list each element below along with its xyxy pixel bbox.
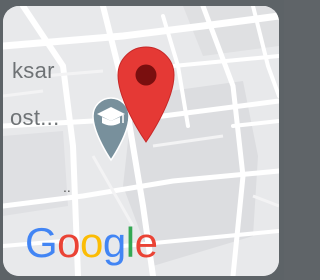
google-logo-letter: o <box>57 219 81 266</box>
location-pin-icon[interactable] <box>115 44 177 144</box>
place-label-line-2[interactable]: ost... <box>10 105 60 131</box>
google-logo-letter: e <box>134 219 158 266</box>
map-canvas[interactable]: ksar ost... .. Google <box>3 6 279 276</box>
place-label-line-1[interactable]: ksar <box>12 58 55 84</box>
google-logo-letter: g <box>102 219 126 266</box>
map-thumbnail-frame: ksar ost... .. Google <box>0 0 284 280</box>
map-dots-label: .. <box>63 179 71 195</box>
google-logo-letter: o <box>80 219 103 266</box>
google-logo-letter: l <box>125 219 135 266</box>
google-logo-letter: G <box>25 219 58 266</box>
google-logo: Google <box>25 219 158 267</box>
